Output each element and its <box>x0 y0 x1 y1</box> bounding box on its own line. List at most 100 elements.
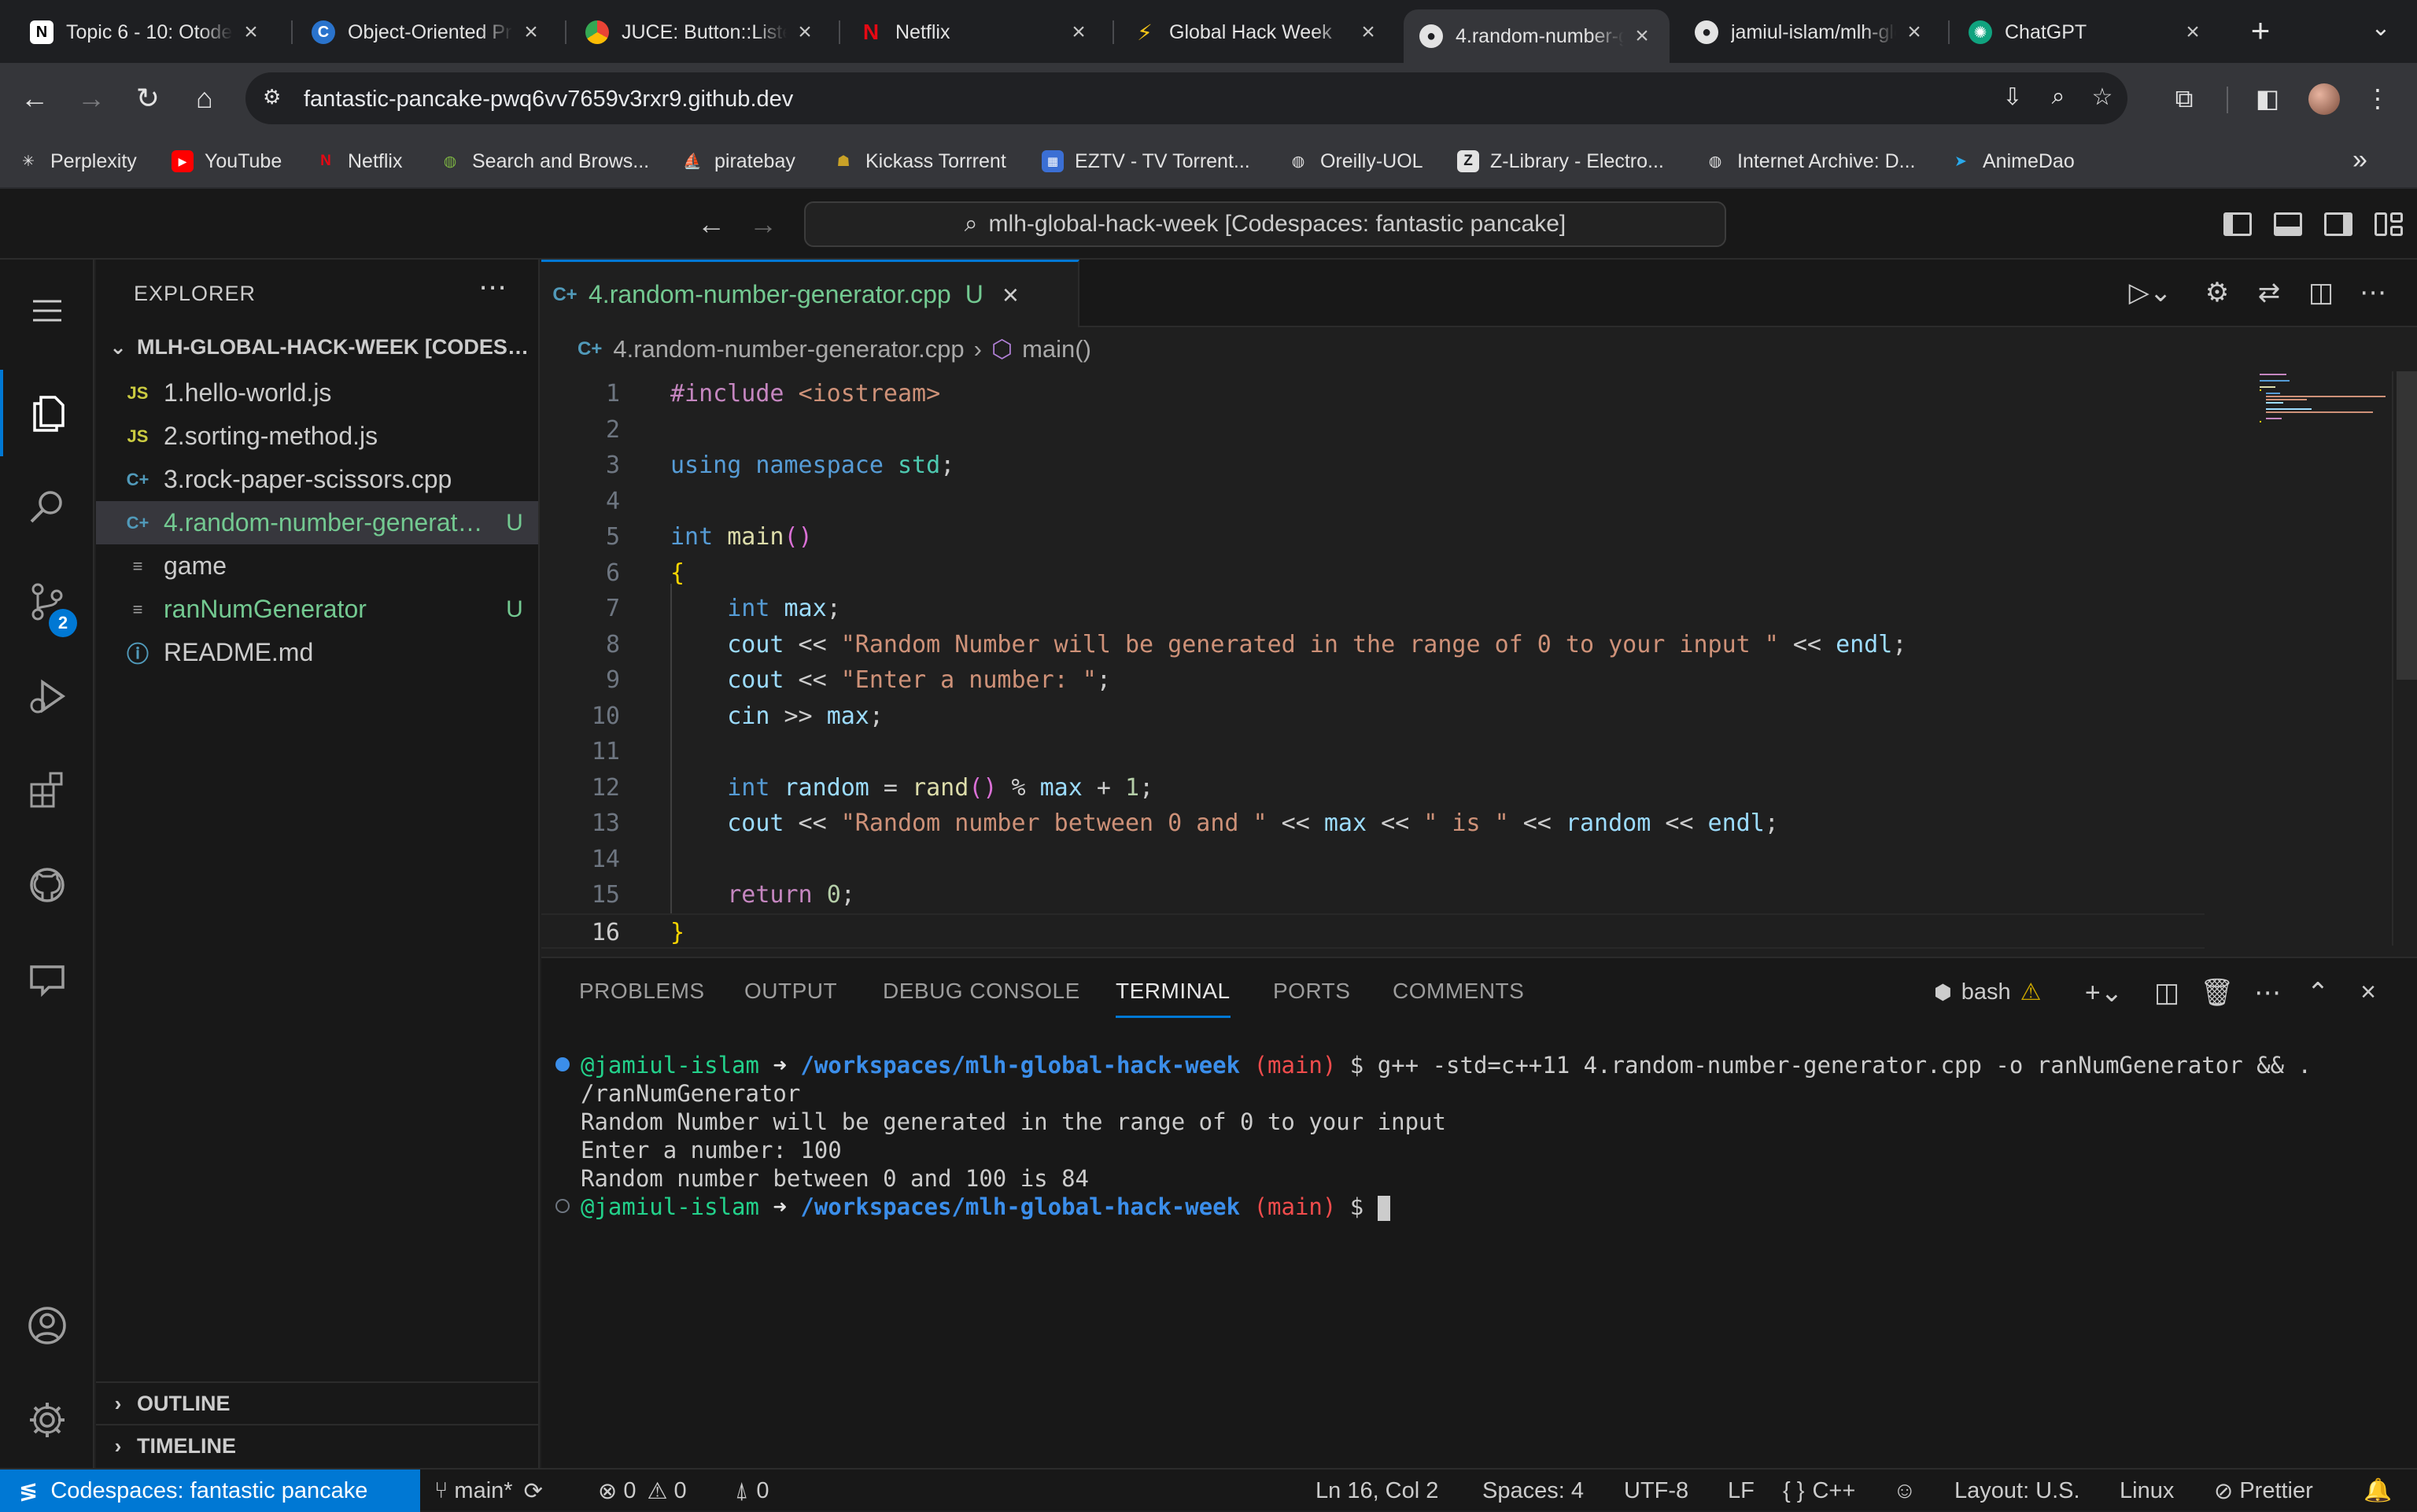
bookmark-item[interactable]: ◍ Internet Archive: D... <box>1704 146 1916 176</box>
site-settings-icon[interactable]: ⚙ <box>263 85 290 112</box>
browser-tab[interactable]: C Object-Oriented Programming × <box>296 11 559 53</box>
code-line[interactable]: 16} <box>541 913 2205 949</box>
new-tab-button[interactable]: + <box>2241 13 2280 52</box>
close-panel-icon[interactable]: × <box>2351 977 2386 1012</box>
bookmark-item[interactable]: Z Z-Library - Electro... <box>1457 146 1664 176</box>
code-line[interactable]: 4 <box>541 484 2205 519</box>
more-actions-icon[interactable]: ⋯ <box>2356 277 2390 312</box>
toggle-secondary-sidebar-icon[interactable] <box>2323 208 2357 242</box>
file-item-selected[interactable]: C+ 4.random-number-generator.cpp U <box>96 501 538 544</box>
more-actions-icon[interactable]: ⋯ <box>478 271 507 304</box>
bookmark-item[interactable]: ☗ Kickass Torrrent <box>832 146 1006 176</box>
code-line[interactable]: 5 int main() <box>541 519 2205 555</box>
bookmark-item[interactable]: ✳ Perplexity <box>17 146 137 176</box>
back-icon[interactable]: ← <box>16 80 54 118</box>
language-mode[interactable]: { } C++ <box>1783 1470 1855 1512</box>
side-panel-icon[interactable]: ◧ <box>2249 80 2286 118</box>
browser-tab[interactable]: ✺ ChatGPT × <box>1953 11 2220 53</box>
toggle-primary-sidebar-icon[interactable] <box>2222 208 2256 242</box>
forward-icon[interactable]: → <box>72 80 110 118</box>
tab-problems[interactable]: PROBLEMS <box>579 979 705 1018</box>
close-tab-icon[interactable]: × <box>1067 19 1090 46</box>
file-item[interactable]: ≡ game <box>96 544 538 588</box>
ports-indicator[interactable]: ⍋ 0 <box>735 1470 769 1512</box>
code-line[interactable]: 10 cin >> max; <box>541 699 2205 734</box>
notifications-bell-icon[interactable]: 🔔 <box>2363 1470 2392 1512</box>
bookmark-star-icon[interactable]: ☆ <box>2087 83 2118 115</box>
go-back-icon[interactable]: ← <box>697 208 725 241</box>
browser-tab[interactable]: ⚡ Global Hack Week × <box>1117 11 1396 53</box>
install-app-icon[interactable]: ⇩ <box>1997 83 2028 115</box>
breadcrumb-file[interactable]: 4.random-number-generator.cpp <box>613 335 964 363</box>
tab-search-icon[interactable]: ⌄ <box>2363 14 2398 49</box>
workspace-root-folder[interactable]: ⌄ MLH-GLOBAL-HACK-WEEK [CODESPACES: FANT… <box>96 327 538 367</box>
os-indicator[interactable]: Linux <box>2120 1470 2174 1512</box>
bookmark-item[interactable]: ➤ AnimeDao <box>1950 146 2075 176</box>
reload-icon[interactable]: ↻ <box>129 80 167 118</box>
search-icon[interactable] <box>0 464 94 551</box>
browser-tab[interactable]: JUCE: Button::Listener × <box>570 11 832 53</box>
code-line[interactable]: 13 cout << "Random number between 0 and … <box>541 806 2205 841</box>
problems-indicator[interactable]: ⊗ 0 ⚠ 0 <box>598 1470 687 1512</box>
end-of-line[interactable]: LF <box>1728 1470 1755 1512</box>
code-line[interactable]: 8 cout << "Random Number will be generat… <box>541 627 2205 662</box>
file-item[interactable]: ⓘ README.md <box>96 631 538 674</box>
bookmark-item[interactable]: N Netflix <box>315 146 402 176</box>
breadcrumb-symbol[interactable]: main() <box>1022 335 1091 363</box>
settings-gear-icon[interactable] <box>0 1377 94 1463</box>
toggle-panel-icon[interactable] <box>2272 208 2307 242</box>
code-line[interactable]: 11 <box>541 734 2205 769</box>
tab-output[interactable]: OUTPUT <box>744 979 837 1018</box>
close-tab-icon[interactable]: × <box>1630 23 1654 50</box>
menu-icon[interactable] <box>0 267 94 354</box>
close-tab-icon[interactable]: × <box>519 19 543 46</box>
settings-gear-icon[interactable]: ⚙ <box>2200 277 2234 312</box>
file-item[interactable]: JS 2.sorting-method.js <box>96 415 538 458</box>
split-terminal-icon[interactable]: ◫ <box>2149 977 2184 1012</box>
browser-tab[interactable]: N Netflix × <box>843 11 1106 53</box>
more-actions-icon[interactable]: ⋯ <box>2250 977 2285 1012</box>
bookmark-item[interactable]: ◍ Oreilly-UOL <box>1287 146 1423 176</box>
minimap[interactable] <box>2205 371 2393 946</box>
code-line[interactable]: 15 return 0; <box>541 877 2205 913</box>
url-text[interactable]: fantastic-pancake-pwq6vv7659v3rxr9.githu… <box>304 87 793 112</box>
close-tab-icon[interactable]: × <box>1002 278 1019 312</box>
close-tab-icon[interactable]: × <box>1356 19 1380 46</box>
code-line[interactable]: 7 int max; <box>541 591 2205 626</box>
explorer-icon[interactable] <box>0 370 94 456</box>
open-changes-icon[interactable]: ⇄ <box>2252 277 2286 312</box>
keyboard-layout[interactable]: Layout: U.S. <box>1954 1470 2080 1512</box>
browser-tab[interactable]: ● jamiul-islam/mlh-global × <box>1679 11 1942 53</box>
split-editor-icon[interactable]: ◫ <box>2304 277 2338 312</box>
bookmark-item[interactable]: ▶ YouTube <box>172 146 282 176</box>
home-icon[interactable]: ⌂ <box>186 80 223 118</box>
tab-terminal[interactable]: TERMINAL <box>1116 979 1231 1018</box>
tab-comments[interactable]: COMMENTS <box>1393 979 1524 1018</box>
source-control-icon[interactable]: 2 <box>0 559 94 645</box>
run-debug-icon[interactable] <box>0 653 94 739</box>
tab-ports[interactable]: PORTS <box>1273 979 1350 1018</box>
go-forward-icon[interactable]: → <box>749 208 777 241</box>
address-bar[interactable]: ⚙ fantastic-pancake-pwq6vv7659v3rxr9.git… <box>245 72 2127 124</box>
tab-debug-console[interactable]: DEBUG CONSOLE <box>883 979 1080 1018</box>
menu-kebab-icon[interactable]: ⋮ <box>2359 80 2397 118</box>
extensions-icon[interactable]: ⧉ <box>2165 80 2203 118</box>
bookmark-item[interactable]: ▦ EZTV - TV Torrent... <box>1042 146 1250 176</box>
file-item[interactable]: ≡ ranNumGenerator U <box>96 588 538 631</box>
command-center[interactable]: ⌕ mlh-global-hack-week [Codespaces: fant… <box>804 201 1726 247</box>
code-line[interactable]: 1 #include <iostream> <box>541 376 2205 411</box>
close-tab-icon[interactable]: × <box>793 19 817 46</box>
file-item[interactable]: JS 1.hello-world.js <box>96 371 538 415</box>
code-line[interactable]: 6{ <box>541 555 2205 591</box>
kill-terminal-icon[interactable]: 🗑 <box>2200 977 2234 1012</box>
new-terminal-icon[interactable]: +⌄ <box>2072 977 2135 1012</box>
run-code-icon[interactable]: ▷⌄ <box>2123 277 2178 312</box>
zoom-icon[interactable]: ⌕ <box>2042 83 2074 115</box>
github-icon[interactable] <box>0 842 94 928</box>
browser-tab-active[interactable]: ● 4.random-number-generator × <box>1404 9 1670 63</box>
extensions-icon[interactable] <box>0 747 94 834</box>
prettier-indicator[interactable]: ⊘ Prettier <box>2214 1470 2313 1512</box>
close-tab-icon[interactable]: × <box>2181 19 2205 46</box>
code-line[interactable]: 14 <box>541 842 2205 877</box>
code-line[interactable]: 12 int random = rand() % max + 1; <box>541 770 2205 806</box>
